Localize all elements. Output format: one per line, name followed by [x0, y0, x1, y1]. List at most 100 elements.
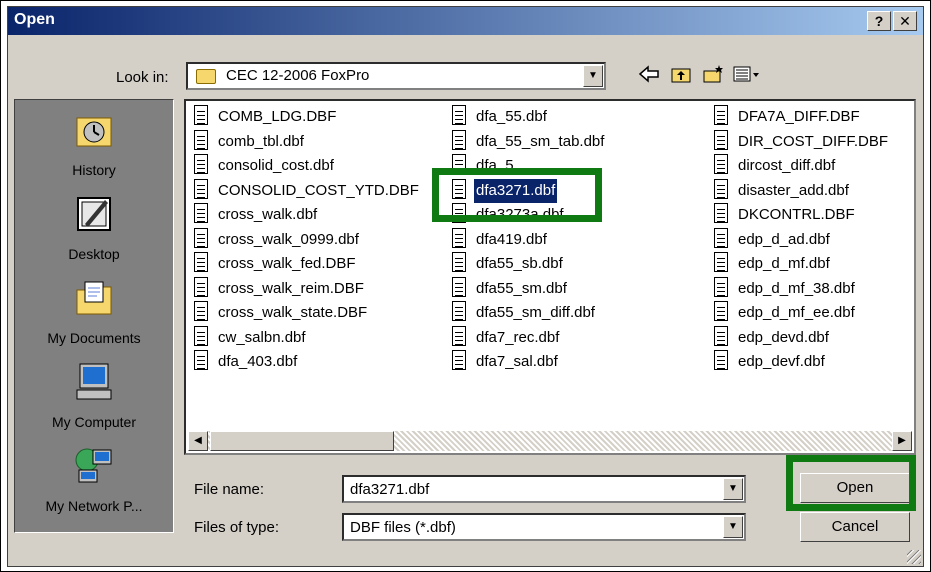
- file-item[interactable]: edp_d_ad.dbf: [714, 227, 832, 252]
- file-icon: [194, 129, 208, 150]
- title-bar[interactable]: Open ? ✕: [8, 7, 923, 35]
- file-name: dfa_55_sm_tab.dbf: [476, 132, 605, 150]
- file-name: dfa7_sal.dbf: [476, 353, 558, 370]
- file-item[interactable]: dfa_403.dbf: [194, 350, 299, 374]
- file-item[interactable]: dfa7_rec.dbf: [452, 325, 561, 350]
- place-my-documents[interactable]: My Documents: [15, 272, 173, 360]
- file-type-dropdown[interactable]: DBF files (*.dbf) ▼: [342, 513, 746, 541]
- file-name: dircost_diff.dbf: [738, 157, 836, 174]
- file-icon: [714, 325, 728, 346]
- file-name: edp_devd.dbf: [738, 328, 829, 346]
- cancel-button[interactable]: Cancel: [800, 512, 910, 542]
- file-item[interactable]: cross_walk_reim.DBF: [194, 276, 366, 301]
- file-item[interactable]: dircost_diff.dbf: [714, 154, 837, 178]
- open-dialog: Open ? ✕ Look in: CEC 12-2006 FoxPro ▼ H…: [7, 6, 924, 567]
- file-name: dfa_55.dbf: [476, 108, 547, 125]
- file-name: DFA7A_DIFF.DBF: [738, 108, 860, 125]
- screenshot-frame: Open ? ✕ Look in: CEC 12-2006 FoxPro ▼ H…: [0, 0, 931, 572]
- file-name: COMB_LDG.DBF: [218, 108, 337, 125]
- file-list[interactable]: COMB_LDG.DBF comb_tbl.dbf consolid_cost.db…: [184, 99, 916, 455]
- file-item[interactable]: dfa55_sm.dbf: [452, 276, 569, 301]
- file-item[interactable]: cross_walk_state.DBF: [194, 301, 369, 325]
- file-item[interactable]: CONSOLID_COST_YTD.DBF: [194, 178, 421, 203]
- close-button[interactable]: ✕: [893, 11, 917, 31]
- file-icon: [714, 129, 728, 150]
- file-icon: [452, 178, 466, 199]
- help-button[interactable]: ?: [867, 11, 891, 31]
- folder-icon: [196, 69, 216, 84]
- horizontal-scrollbar[interactable]: ◀ ▶: [188, 431, 912, 451]
- file-item[interactable]: DFA7A_DIFF.DBF: [714, 105, 862, 129]
- file-item[interactable]: cw_salbn.dbf: [194, 325, 308, 350]
- look-in-value: CEC 12-2006 FoxPro: [226, 67, 370, 84]
- place-history[interactable]: History: [15, 104, 173, 192]
- file-name: dfa3273a.dbf: [476, 206, 564, 223]
- file-item[interactable]: dfa3271.dbf: [452, 178, 558, 203]
- chevron-down-icon[interactable]: ▼: [723, 516, 743, 538]
- chevron-down-icon[interactable]: ▼: [723, 478, 743, 500]
- file-icon: [714, 301, 728, 322]
- file-name: edp_d_mf.dbf: [738, 255, 830, 272]
- look-in-dropdown[interactable]: CEC 12-2006 FoxPro ▼: [186, 62, 606, 90]
- history-icon: [73, 110, 115, 150]
- file-item[interactable]: comb_tbl.dbf: [194, 129, 306, 154]
- scroll-right-icon[interactable]: ▶: [892, 431, 912, 451]
- file-item[interactable]: consolid_cost.dbf: [194, 154, 336, 178]
- file-item[interactable]: edp_d_mf_38.dbf: [714, 276, 857, 301]
- file-name: edp_d_mf_ee.dbf: [738, 304, 855, 321]
- network-icon: [73, 446, 115, 486]
- place-network[interactable]: My Network P...: [15, 440, 173, 528]
- scroll-thumb[interactable]: [210, 431, 394, 451]
- back-icon[interactable]: [636, 64, 662, 88]
- file-item[interactable]: dfa3273a.dbf: [452, 203, 566, 227]
- file-icon: [714, 154, 728, 175]
- file-icon: [194, 105, 208, 126]
- file-item[interactable]: dfa419.dbf: [452, 227, 549, 252]
- file-item[interactable]: cross_walk.dbf: [194, 203, 319, 227]
- file-item[interactable]: dfa_55_sm_tab.dbf: [452, 129, 606, 154]
- open-button[interactable]: Open: [800, 473, 910, 503]
- file-name: cross_walk.dbf: [218, 206, 318, 223]
- file-item[interactable]: cross_walk_fed.DBF: [194, 252, 358, 276]
- file-name: edp_devf.dbf: [738, 353, 825, 370]
- file-name: disaster_add.dbf: [738, 181, 849, 199]
- file-item[interactable]: cross_walk_0999.dbf: [194, 227, 361, 252]
- file-item[interactable]: dfa_5: [452, 154, 516, 178]
- file-item[interactable]: disaster_add.dbf: [714, 178, 851, 203]
- file-item[interactable]: dfa_55.dbf: [452, 105, 549, 129]
- chevron-down-icon[interactable]: ▼: [583, 65, 603, 87]
- file-item[interactable]: dfa55_sm_diff.dbf: [452, 301, 597, 325]
- file-name: comb_tbl.dbf: [218, 132, 304, 150]
- file-name: cross_walk_state.DBF: [218, 304, 368, 321]
- file-icon: [452, 325, 466, 346]
- file-icon: [452, 227, 466, 248]
- file-item[interactable]: edp_d_mf_ee.dbf: [714, 301, 857, 325]
- file-item[interactable]: dfa55_sb.dbf: [452, 252, 565, 276]
- file-item[interactable]: COMB_LDG.DBF: [194, 105, 338, 129]
- file-name: CONSOLID_COST_YTD.DBF: [218, 181, 419, 199]
- file-item[interactable]: edp_devf.dbf: [714, 350, 827, 374]
- place-desktop[interactable]: Desktop: [15, 188, 173, 276]
- scroll-left-icon[interactable]: ◀: [188, 431, 208, 451]
- place-my-computer[interactable]: My Computer: [15, 356, 173, 444]
- file-name: dfa55_sm.dbf: [476, 279, 567, 297]
- place-label-desktop: Desktop: [68, 246, 120, 262]
- file-icon: [714, 178, 728, 199]
- up-folder-icon[interactable]: [668, 64, 694, 88]
- desktop-icon: [73, 194, 115, 234]
- views-icon[interactable]: [732, 64, 759, 88]
- new-folder-icon[interactable]: [700, 64, 726, 88]
- file-item[interactable]: DKCONTRL.DBF: [714, 203, 857, 227]
- file-item[interactable]: edp_d_mf.dbf: [714, 252, 832, 276]
- file-item[interactable]: dfa7_sal.dbf: [452, 350, 560, 374]
- file-item[interactable]: DIR_COST_DIFF.DBF: [714, 129, 890, 154]
- file-name-input[interactable]: dfa3271.dbf ▼: [342, 475, 746, 503]
- file-icon: [452, 350, 466, 371]
- file-type-value: DBF files (*.dbf): [350, 519, 456, 536]
- file-name: cross_walk_reim.DBF: [218, 279, 364, 297]
- file-icon: [714, 350, 728, 371]
- file-item[interactable]: edp_devd.dbf: [714, 325, 831, 350]
- resize-grip-icon[interactable]: [907, 550, 921, 564]
- file-icon: [714, 203, 728, 224]
- file-icon: [194, 178, 208, 199]
